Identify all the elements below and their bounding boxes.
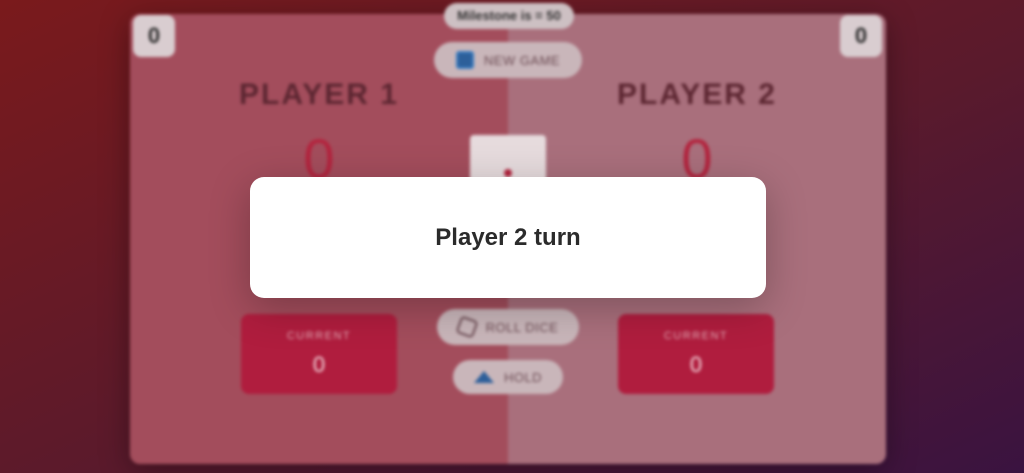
player-1-name: PLAYER 1 (239, 78, 399, 111)
hold-button[interactable]: HOLD (453, 360, 563, 394)
dice-icon (455, 315, 479, 339)
new-game-button[interactable]: NEW GAME (434, 42, 582, 78)
player-1-current-score: 0 (312, 352, 326, 377)
player-1-current-box: CURRENT 0 (241, 314, 397, 394)
dice-pip (504, 169, 512, 177)
hold-label: HOLD (503, 369, 543, 385)
roll-dice-label: ROLL DICE (485, 319, 559, 335)
player-2-current-score: 0 (689, 352, 703, 377)
player-1-current-label: CURRENT (286, 330, 352, 342)
hold-icon (473, 371, 494, 383)
player-1-wins-badge: 0 (133, 15, 175, 57)
player-2-current-label: CURRENT (663, 330, 729, 342)
turn-message: Player 2 turn (435, 223, 581, 251)
new-game-icon (455, 51, 474, 69)
roll-dice-button[interactable]: ROLL DICE (437, 309, 579, 345)
player-2-current-box: CURRENT 0 (618, 314, 774, 394)
milestone-label: Milestone is = 50 (444, 3, 574, 29)
turn-modal[interactable]: Player 2 turn (250, 177, 766, 298)
player-2-wins-badge: 0 (840, 15, 882, 57)
new-game-label: NEW GAME (483, 52, 561, 68)
player-2-name: PLAYER 2 (617, 78, 777, 111)
